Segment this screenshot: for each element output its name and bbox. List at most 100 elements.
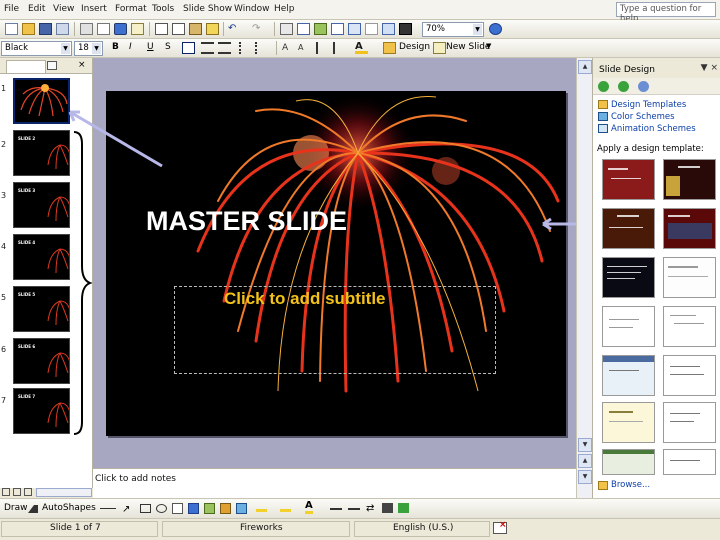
menu-view[interactable]: View	[53, 4, 74, 14]
browse-link[interactable]: Browse...	[611, 480, 650, 490]
line-style-icon[interactable]	[330, 508, 342, 510]
dash-style-icon[interactable]	[348, 508, 360, 510]
spelling-icon[interactable]	[114, 23, 127, 35]
design-templates-link[interactable]: Design Templates	[611, 100, 686, 110]
design-icon[interactable]	[383, 42, 396, 54]
help-icon[interactable]	[489, 23, 502, 35]
menu-slide-show[interactable]: Slide Show	[183, 4, 232, 14]
menu-edit[interactable]: Edit	[28, 4, 45, 14]
shadow-button[interactable]: S	[165, 42, 171, 52]
next-slide-icon[interactable]: ▼	[578, 470, 592, 484]
arrow-style-icon[interactable]: ⇄	[366, 503, 374, 514]
show-formatting-icon[interactable]	[365, 23, 378, 35]
copy-icon[interactable]	[172, 23, 185, 35]
back-icon[interactable]	[598, 81, 609, 92]
align-center-icon[interactable]	[201, 42, 214, 54]
grid-icon[interactable]	[382, 23, 395, 35]
slide-subtitle[interactable]: Click to add subtitle	[224, 289, 386, 309]
slide-thumbnail-6[interactable]: SLIDE 6	[13, 338, 70, 384]
font-color-icon[interactable]: A	[305, 501, 313, 514]
vertical-scrollbar[interactable]: ▲ ▼ ▲ ▼	[576, 58, 592, 498]
design-template[interactable]	[663, 402, 716, 443]
close-icon[interactable]: ▼ ×	[701, 63, 718, 73]
slide-thumbnail-4[interactable]: SLIDE 4	[13, 234, 70, 280]
print-preview-icon[interactable]	[97, 23, 110, 35]
draw-menu[interactable]: Draw	[4, 503, 28, 513]
design-template[interactable]	[602, 449, 655, 475]
decrease-font-icon[interactable]: A	[298, 42, 311, 54]
slide-show-view-icon[interactable]	[24, 488, 32, 496]
font-select[interactable]: Black ▼	[1, 41, 72, 56]
slide-sorter-view-icon[interactable]	[13, 488, 21, 496]
menu-file[interactable]: File	[4, 4, 19, 14]
color-schemes-link[interactable]: Color Schemes	[611, 112, 675, 122]
shadow-style-icon[interactable]	[382, 503, 393, 513]
diagram-icon[interactable]	[204, 503, 215, 514]
research-icon[interactable]	[131, 23, 144, 35]
expand-all-icon[interactable]	[348, 23, 361, 35]
italic-button[interactable]: I	[129, 42, 132, 52]
design-template[interactable]	[602, 306, 655, 347]
wordart-icon[interactable]	[188, 503, 199, 514]
increase-font-icon[interactable]: A	[282, 42, 295, 54]
menu-format[interactable]: Format	[115, 4, 147, 14]
align-right-icon[interactable]	[218, 42, 231, 54]
text-box-icon[interactable]	[172, 503, 183, 514]
normal-view-icon[interactable]	[2, 488, 10, 496]
clip-art-icon[interactable]	[220, 503, 231, 514]
design-template[interactable]	[663, 355, 716, 396]
slide-thumbnail-3[interactable]: SLIDE 3	[13, 182, 70, 228]
increase-indent-icon[interactable]	[333, 42, 346, 54]
bold-button[interactable]: B	[112, 42, 119, 52]
fill-color-icon[interactable]	[256, 503, 267, 512]
insert-diagram-icon[interactable]	[331, 23, 344, 35]
font-size-select[interactable]: 18 ▼	[74, 41, 103, 56]
horizontal-scrollbar[interactable]	[36, 488, 92, 497]
menu-insert[interactable]: Insert	[81, 4, 107, 14]
numbering-icon[interactable]	[239, 42, 252, 54]
design-template[interactable]	[602, 208, 655, 249]
design-template[interactable]	[602, 355, 655, 396]
forward-icon[interactable]	[618, 81, 629, 92]
new-slide-button[interactable]: New Slide	[446, 42, 490, 52]
insert-image-icon[interactable]	[314, 23, 327, 35]
design-template[interactable]	[602, 159, 655, 200]
scroll-up-icon[interactable]: ▲	[578, 60, 592, 74]
color-grayscale-icon[interactable]	[399, 23, 412, 35]
slide-thumbnail-7[interactable]: SLIDE 7	[13, 388, 70, 434]
slide-thumbnail-2[interactable]: SLIDE 2	[13, 130, 70, 176]
toolbar-options-icon[interactable]: ▼	[486, 42, 491, 50]
notes-pane[interactable]: Click to add notes	[93, 468, 576, 498]
menu-window[interactable]: Window	[234, 4, 270, 14]
zoom-select[interactable]: 70% ▼	[422, 22, 484, 37]
oval-icon[interactable]	[156, 504, 167, 513]
permission-icon[interactable]	[56, 23, 69, 35]
line-color-icon[interactable]	[280, 503, 291, 512]
design-template[interactable]	[663, 257, 716, 298]
design-template[interactable]	[663, 208, 716, 249]
rectangle-icon[interactable]	[140, 504, 151, 513]
cut-icon[interactable]	[155, 23, 168, 35]
open-icon[interactable]	[22, 23, 35, 35]
design-button[interactable]: Design	[399, 42, 430, 52]
underline-button[interactable]: U	[147, 42, 154, 52]
autoshapes-menu[interactable]: AutoShapes	[42, 503, 96, 513]
slide-title[interactable]: MASTER SLIDE	[146, 206, 347, 237]
previous-slide-icon[interactable]: ▲	[578, 454, 592, 468]
format-painter-icon[interactable]	[206, 23, 219, 35]
redo-icon[interactable]: ↷	[252, 23, 265, 35]
design-template[interactable]	[663, 449, 716, 475]
animation-schemes-link[interactable]: Animation Schemes	[611, 124, 696, 134]
picture-icon[interactable]	[236, 503, 247, 514]
menu-tools[interactable]: Tools	[152, 4, 174, 14]
undo-icon[interactable]: ↶	[228, 23, 241, 35]
align-left-icon[interactable]	[182, 42, 195, 54]
decrease-indent-icon[interactable]	[316, 42, 329, 54]
slide-thumbnail-5[interactable]: SLIDE 5	[13, 286, 70, 332]
insert-chart-icon[interactable]	[280, 23, 293, 35]
bullets-icon[interactable]	[255, 42, 268, 54]
help-question-input[interactable]: Type a question for help	[616, 2, 716, 24]
print-icon[interactable]	[80, 23, 93, 35]
menu-help[interactable]: Help	[274, 4, 295, 14]
design-template[interactable]	[663, 159, 716, 200]
